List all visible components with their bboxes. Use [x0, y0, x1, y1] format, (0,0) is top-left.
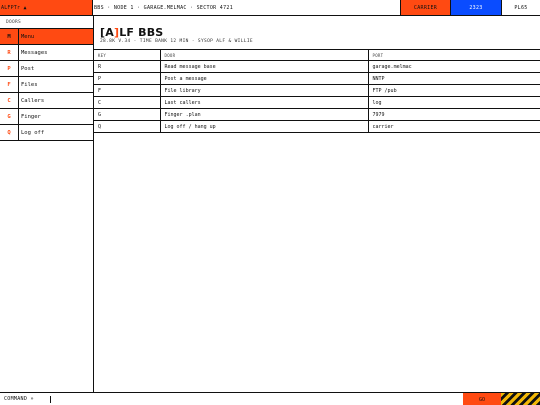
- sidebar-item-label: Post: [21, 65, 35, 72]
- top-bar: ALFPTr ▲ BBS · NODE 1 · GARAGE.MELMAC · …: [0, 0, 540, 16]
- sidebar-item-label: Files: [21, 81, 38, 88]
- column-header-door: DOOR: [160, 49, 369, 61]
- main-panel: [A]LF BBS 28.8K V.34 · TIME BANK 12 MIN …: [94, 16, 540, 392]
- row-port: log: [368, 96, 540, 109]
- sidebar-item-key: G: [0, 109, 19, 124]
- pl-button[interactable]: PL65: [501, 0, 540, 15]
- row-key: P: [94, 72, 161, 85]
- hazard-stripe: [501, 393, 540, 405]
- table-header-row: KEY DOOR PORT: [94, 49, 540, 61]
- carrier-button[interactable]: CARRIER: [400, 0, 450, 15]
- title-open: [A: [100, 26, 114, 39]
- sidebar-item-label: Log off: [21, 129, 45, 136]
- baud-button[interactable]: 2323: [450, 0, 501, 15]
- sidebar-item-key: R: [0, 45, 19, 60]
- row-door: Post a message: [160, 72, 369, 85]
- sidebar-item-label: Messages: [21, 49, 48, 56]
- page-title: [A]LF BBS: [100, 26, 163, 39]
- sidebar-item-finger[interactable]: G Finger: [0, 109, 93, 125]
- sidebar-item-menu[interactable]: M Menu: [0, 29, 93, 45]
- breadcrumb: BBS · NODE 1 · GARAGE.MELMAC · SECTOR 47…: [94, 4, 234, 11]
- row-door: Log off / hang up: [160, 120, 369, 133]
- sidebar-item-label: Finger: [21, 113, 41, 120]
- row-key: C: [94, 96, 161, 109]
- sidebar-item-files[interactable]: F Files: [0, 77, 93, 93]
- row-key: G: [94, 108, 161, 121]
- row-port: carrier: [368, 120, 540, 133]
- sidebar-item-messages[interactable]: R Messages: [0, 45, 93, 61]
- sidebar-item-key: F: [0, 77, 19, 92]
- table-row[interactable]: F File library FTP /pub: [94, 84, 540, 97]
- row-key: Q: [94, 120, 161, 133]
- table-row[interactable]: Q Log off / hang up carrier: [94, 120, 540, 133]
- column-header-port: PORT: [368, 49, 540, 61]
- table-row[interactable]: C Last callers log: [94, 96, 540, 109]
- row-port: NNTP: [368, 72, 540, 85]
- sidebar-header: DOORS: [0, 16, 93, 29]
- sidebar-item-key: C: [0, 93, 19, 108]
- row-door: Read message base: [160, 60, 369, 73]
- page-subtitle: 28.8K V.34 · TIME BANK 12 MIN · SYSOP AL…: [100, 39, 253, 44]
- sidebar-item-label: Menu: [21, 33, 35, 40]
- row-port: 7979: [368, 108, 540, 121]
- row-port: garage.melmac: [368, 60, 540, 73]
- sidebar-item-key: Q: [0, 125, 19, 140]
- sidebar-item-key: P: [0, 61, 19, 76]
- sidebar-item-post[interactable]: P Post: [0, 61, 93, 77]
- sidebar-item-callers[interactable]: C Callers: [0, 93, 93, 109]
- title-rest: LF BBS: [119, 26, 164, 39]
- table-row[interactable]: R Read message base garage.melmac: [94, 60, 540, 73]
- table-row[interactable]: P Post a message NNTP: [94, 72, 540, 85]
- sidebar-item-key: M: [0, 29, 19, 44]
- row-key: F: [94, 84, 161, 97]
- sidebar-item-label: Callers: [21, 97, 45, 104]
- column-header-key: KEY: [94, 49, 161, 61]
- row-port: FTP /pub: [368, 84, 540, 97]
- go-button[interactable]: GO: [463, 393, 501, 405]
- row-door: Last callers: [160, 96, 369, 109]
- sidebar-item-log-off[interactable]: Q Log off: [0, 125, 93, 141]
- row-door: File library: [160, 84, 369, 97]
- door-table: KEY DOOR PORT R Read message base garage…: [94, 49, 540, 133]
- command-input[interactable]: [49, 395, 51, 403]
- brand-logo[interactable]: ALFPTr ▲: [0, 0, 93, 15]
- sidebar: DOORS M Menu R Messages P Post F Files C…: [0, 16, 94, 392]
- row-key: R: [94, 60, 161, 73]
- command-label: COMMAND »: [4, 396, 34, 402]
- command-bar: COMMAND » GO: [0, 392, 540, 405]
- table-row[interactable]: G Finger .plan 7979: [94, 108, 540, 121]
- row-door: Finger .plan: [160, 108, 369, 121]
